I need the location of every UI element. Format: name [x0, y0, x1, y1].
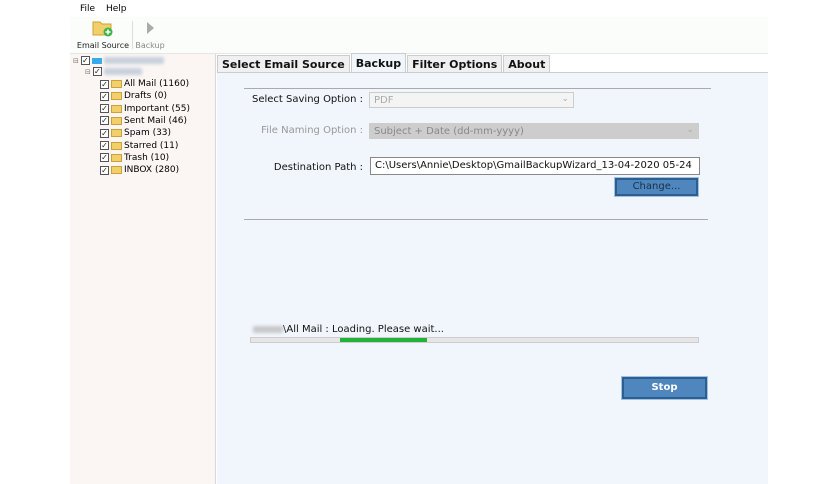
email-source-button[interactable]: Email Source — [76, 19, 130, 50]
tab-filter-options[interactable]: Filter Options — [407, 55, 503, 72]
file-naming-label: File Naming Option : — [261, 125, 363, 136]
tree-folder-item[interactable]: ✓ Spam (33) — [100, 128, 171, 138]
tree-folder-item[interactable]: ✓ All Mail (1160) — [100, 79, 189, 89]
folder-tree: ⊟ ✓ ⊟ ✓ ✓ All Mail (1160) ✓ Drafts (0) ✓ Import… — [70, 54, 216, 484]
divider — [244, 219, 708, 220]
folder-label: Starred (11) — [124, 140, 179, 151]
tree-folder-item[interactable]: ✓ Drafts (0) — [100, 91, 167, 101]
status-redacted — [253, 326, 283, 333]
folder-label: Spam (33) — [124, 128, 172, 139]
tree-account-root[interactable]: ⊟ ✓ — [73, 56, 164, 65]
folder-label: Important (55) — [124, 103, 190, 114]
divider — [244, 88, 711, 89]
backup-button[interactable]: Backup — [134, 19, 166, 50]
saving-option-select[interactable]: PDF ⌄ — [369, 92, 574, 108]
progress-fill — [340, 338, 427, 342]
checkbox[interactable]: ✓ — [100, 104, 109, 114]
folder-label: Sent Mail (46) — [124, 115, 187, 126]
sent-icon — [111, 116, 122, 125]
tab-select-email-source[interactable]: Select Email Source — [217, 55, 350, 72]
checkbox[interactable]: ✓ — [100, 79, 109, 89]
folder-icon — [111, 104, 122, 113]
folder-label: Drafts (0) — [124, 91, 167, 102]
saving-option-label: Select Saving Option : — [252, 94, 363, 105]
chevron-down-icon: ⌄ — [561, 94, 569, 104]
folder-icon — [111, 166, 122, 175]
account-icon — [91, 57, 102, 64]
folder-add-icon — [92, 21, 113, 37]
account-name-redacted — [103, 57, 164, 64]
folder-icon — [111, 80, 122, 88]
checkbox[interactable]: ✓ — [100, 116, 109, 126]
tree-account-sub[interactable]: ⊟ ✓ — [85, 67, 142, 76]
subaccount-name-redacted — [103, 68, 142, 75]
stop-button[interactable]: Stop — [621, 376, 708, 400]
menu-file[interactable]: File — [80, 4, 95, 14]
tree-folder-item[interactable]: ✓ Important (55) — [100, 104, 190, 114]
tab-bar: Select Email Source Backup Filter Option… — [217, 53, 551, 72]
toolbar-separator — [132, 21, 133, 49]
trash-icon — [111, 153, 122, 162]
toolbar: Email Source Backup — [70, 17, 768, 54]
progress-bar — [250, 337, 699, 343]
checkbox[interactable]: ✓ — [100, 165, 109, 175]
change-button[interactable]: Change... — [614, 177, 699, 197]
menu-help[interactable]: Help — [106, 4, 127, 14]
tab-about[interactable]: About — [503, 55, 551, 72]
tree-folder-item[interactable]: ✓ Starred (11) — [100, 141, 178, 151]
chevron-down-icon: ⌄ — [686, 125, 694, 135]
folder-icon — [111, 129, 122, 138]
destination-path-label: Destination Path : — [273, 162, 363, 173]
play-icon — [147, 22, 154, 34]
folder-label: All Mail (1160) — [124, 79, 190, 89]
tree-folder-item[interactable]: ✓ Sent Mail (46) — [100, 116, 187, 126]
tree-folder-item[interactable]: ✓ Trash (10) — [100, 153, 169, 163]
tree-folder-item[interactable]: ✓ INBOX (280) — [100, 165, 179, 175]
checkbox[interactable]: ✓ — [100, 153, 109, 163]
destination-path-input[interactable]: C:\Users\Annie\Desktop\GmailBackupWizard… — [370, 157, 700, 175]
folder-label: INBOX (280) — [124, 165, 180, 176]
drafts-icon — [111, 92, 122, 101]
status-line: \All Mail : Loading. Please wait... — [253, 324, 444, 335]
file-naming-select[interactable]: Subject + Date (dd-mm-yyyy) ⌄ — [369, 123, 699, 139]
folder-icon — [111, 141, 122, 150]
checkbox[interactable]: ✓ — [100, 128, 109, 138]
checkbox[interactable]: ✓ — [100, 141, 109, 150]
app-window: File Help Email Source Backup ⊟ ✓ ⊟ ✓ ✓ All… — [70, 0, 768, 484]
menu-bar: File Help — [70, 0, 768, 17]
checkbox[interactable]: ✓ — [100, 91, 109, 101]
tab-backup[interactable]: Backup — [350, 53, 407, 72]
status-text: \All Mail : Loading. Please wait... — [283, 324, 444, 335]
backup-panel: Select Saving Option : PDF ⌄ File Naming … — [217, 72, 768, 484]
folder-label: Trash (10) — [124, 152, 170, 163]
